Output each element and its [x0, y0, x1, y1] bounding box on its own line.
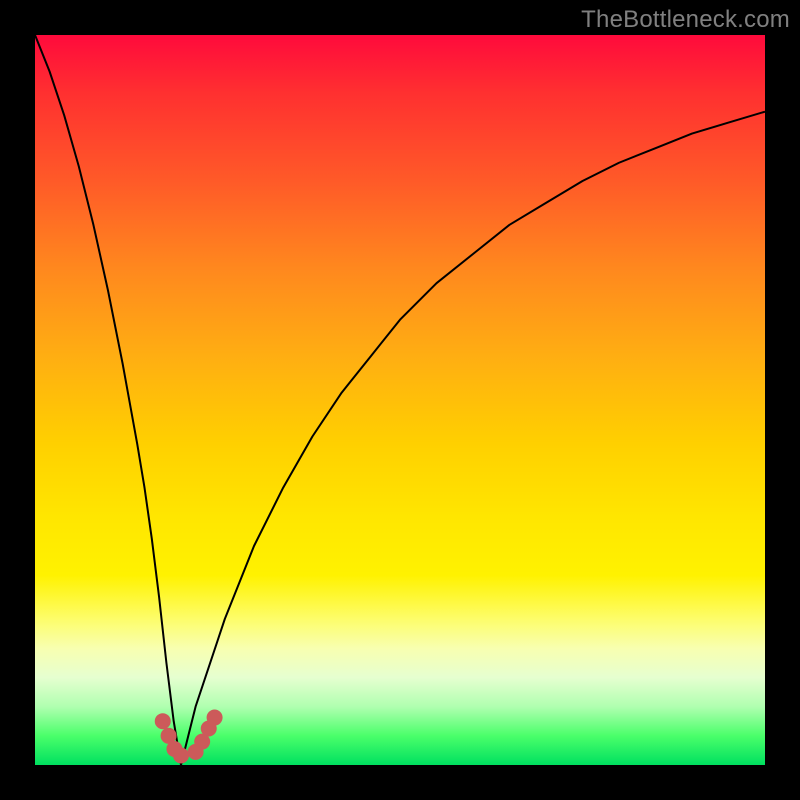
- marker-dot: [207, 710, 223, 726]
- watermark-text: TheBottleneck.com: [581, 6, 790, 34]
- marker-dot: [155, 713, 171, 729]
- curve-line: [35, 35, 765, 765]
- bottleneck-curve: [35, 35, 765, 765]
- chart-frame: TheBottleneck.com: [0, 0, 800, 800]
- plot-area: [35, 35, 765, 765]
- curve-svg: [35, 35, 765, 765]
- marker-dot: [173, 748, 189, 764]
